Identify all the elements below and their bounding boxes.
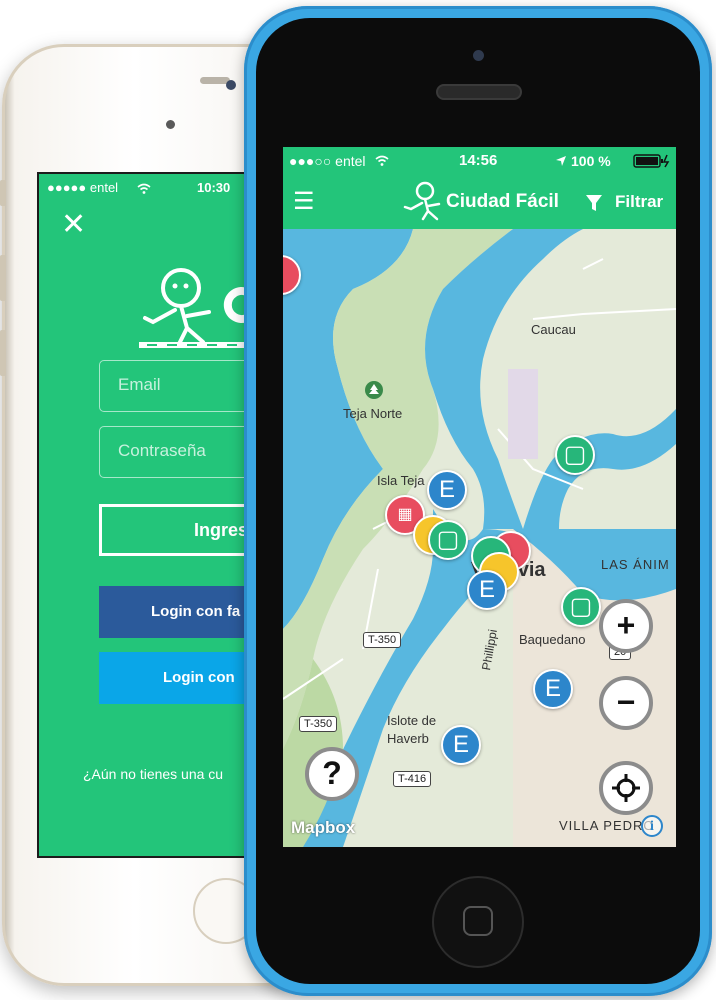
locate-me-button[interactable] — [599, 761, 653, 815]
info-icon[interactable]: i — [641, 815, 663, 837]
map-view[interactable]: Caucau Teja Norte Isla Teja LAS ÁNIM Baq… — [283, 229, 676, 847]
crosshair-icon — [612, 774, 640, 802]
login-screen: ●●●●● entel 10:30 ✕ Email Contraseña Ing… — [37, 172, 262, 858]
map-pin-square[interactable]: ▢ — [561, 587, 601, 627]
twitter-login-button[interactable]: Login con — [99, 652, 260, 704]
map-pin-e[interactable]: E — [467, 570, 507, 610]
map-pin-e[interactable]: E — [427, 470, 467, 510]
road-tag: T-350 — [363, 632, 402, 648]
place-label: Caucau — [531, 322, 576, 337]
place-label: Isla Teja — [377, 473, 425, 488]
register-link[interactable]: ¿Aún no tienes una cu — [83, 766, 223, 782]
facebook-login-button[interactable]: Login con fa — [99, 586, 260, 638]
map-pin-square[interactable]: ▢ — [555, 435, 595, 475]
map-screen: ●●●○○ entel 14:56 100 % ☰ Ciudad Fácil F… — [283, 147, 676, 847]
email-field[interactable]: Email — [99, 360, 260, 412]
mapbox-attribution[interactable]: Mapbox — [291, 818, 355, 838]
login-button[interactable]: Ingres — [99, 504, 260, 556]
road-tag: T-350 — [299, 716, 338, 732]
place-label: Teja Norte — [343, 406, 403, 421]
wifi-icon — [375, 155, 389, 166]
filter-icon[interactable] — [585, 194, 603, 212]
status-carrier: ●●●●● entel — [47, 180, 119, 195]
earpiece-speaker — [436, 84, 522, 100]
front-camera — [226, 80, 236, 90]
location-arrow-icon — [556, 156, 566, 166]
status-battery: 100 % — [571, 153, 611, 169]
proximity-sensor — [166, 120, 175, 129]
password-field[interactable]: Contraseña — [99, 426, 260, 478]
app-title: Ciudad Fácil — [446, 191, 559, 212]
help-button[interactable]: ? — [305, 747, 359, 801]
status-carrier: ●●●○○ entel — [289, 153, 366, 169]
status-bar: ●●●○○ entel 14:56 100 % — [283, 147, 676, 175]
mute-switch — [0, 180, 6, 206]
battery-icon — [633, 154, 670, 168]
status-time: 14:56 — [459, 152, 498, 169]
zoom-in-button[interactable]: + — [599, 599, 653, 653]
ciudad-facil-logo-icon — [403, 181, 441, 221]
status-time: 10:30 — [197, 180, 231, 195]
map-pin-e[interactable]: E — [533, 669, 573, 709]
volume-down-button — [0, 330, 6, 376]
road-tag: T-416 — [393, 771, 432, 787]
close-icon[interactable]: ✕ — [61, 210, 86, 240]
tree-icon — [365, 381, 383, 399]
volume-up-button — [0, 255, 6, 301]
place-label: Islote de — [387, 713, 437, 728]
home-button-square-icon — [463, 906, 493, 936]
place-label: Baquedano — [519, 632, 586, 647]
filter-button[interactable]: Filtrar — [615, 192, 663, 212]
front-camera — [473, 50, 484, 61]
wifi-icon — [137, 183, 151, 194]
place-label: LAS ÁNIM — [601, 557, 670, 572]
map-pin-e[interactable]: E — [441, 725, 481, 765]
nav-bar: ☰ Ciudad Fácil Filtrar — [283, 175, 676, 229]
menu-icon[interactable]: ☰ — [293, 190, 315, 214]
place-label: Haverb — [387, 731, 429, 746]
zoom-out-button[interactable]: − — [599, 676, 653, 730]
map-pin-square[interactable]: ▢ — [428, 520, 468, 560]
